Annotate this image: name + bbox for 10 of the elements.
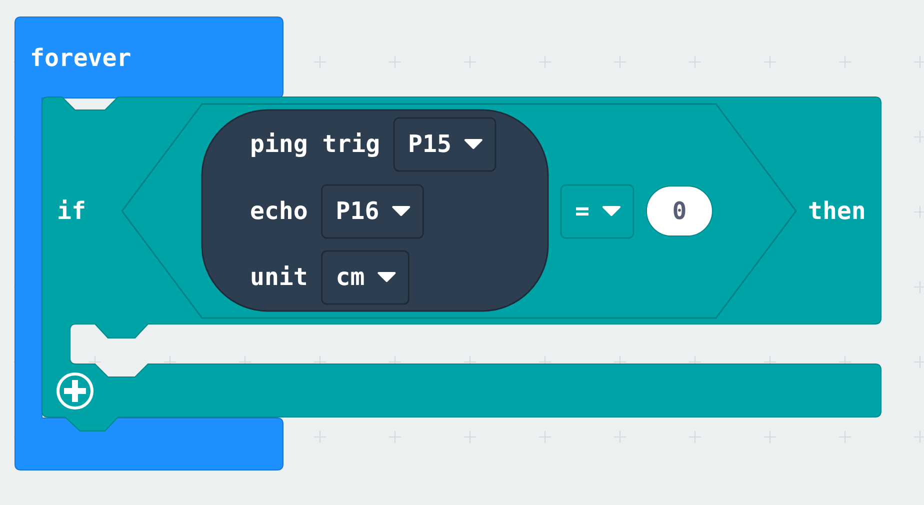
dropdown[interactable]: P15: [393, 117, 496, 172]
if-label: if: [57, 197, 86, 225]
dropdown[interactable]: cm: [321, 250, 410, 305]
forever-label: forever: [30, 44, 132, 72]
block-label: unit: [250, 263, 308, 291]
block-label: ping trig: [250, 130, 380, 158]
dropdown[interactable]: P16: [321, 184, 424, 239]
add-icon[interactable]: [56, 372, 94, 410]
then-label: then: [808, 197, 866, 225]
block-label: echo: [250, 197, 308, 225]
